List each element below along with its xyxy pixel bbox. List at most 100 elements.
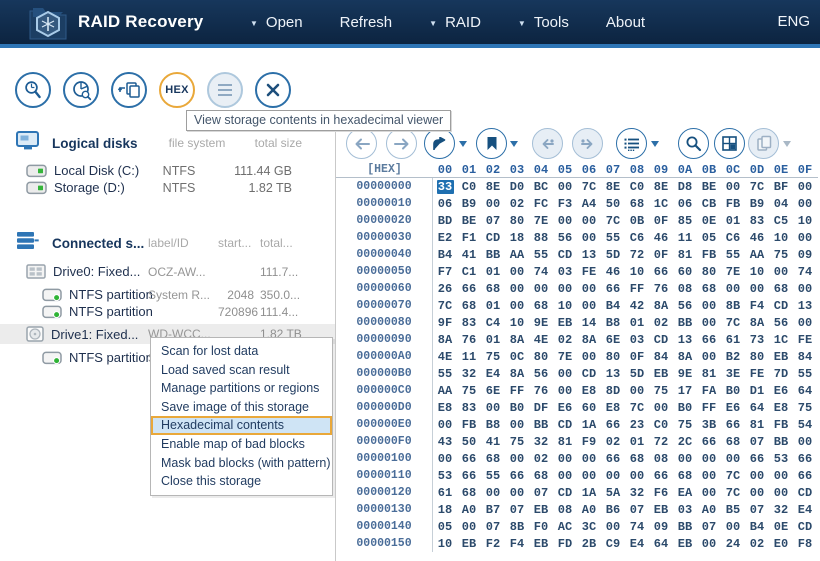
hex-byte-cell[interactable]: 80 <box>745 350 769 364</box>
hex-byte-cell[interactable]: 55 <box>481 469 505 483</box>
hex-byte-cell[interactable]: 46 <box>745 231 769 245</box>
hex-byte-cell[interactable]: 2B <box>577 537 601 551</box>
hex-byte-cell[interactable]: 23 <box>625 418 649 432</box>
hex-byte-cell[interactable]: CD <box>649 333 673 347</box>
hex-byte-cell[interactable]: 00 <box>553 469 577 483</box>
hex-byte-cell[interactable]: 50 <box>457 435 481 449</box>
hex-byte-cell[interactable]: 7C <box>433 299 457 313</box>
hex-byte-cell[interactable]: 00 <box>745 282 769 296</box>
hex-byte-cell[interactable]: 66 <box>697 333 721 347</box>
hex-byte-cell[interactable]: 09 <box>649 520 673 534</box>
hex-byte-cell[interactable]: 13 <box>793 299 817 313</box>
hex-byte-cell[interactable]: 55 <box>721 248 745 262</box>
hex-byte-cell[interactable]: 00 <box>697 469 721 483</box>
hex-byte-cell[interactable]: FF <box>625 282 649 296</box>
hex-byte-cell[interactable]: CD <box>481 231 505 245</box>
hex-byte-cell[interactable]: 02 <box>529 452 553 466</box>
hex-byte-cell[interactable]: 75 <box>673 418 697 432</box>
hex-byte-cell[interactable]: 68 <box>697 282 721 296</box>
hex-byte-cell[interactable]: 02 <box>601 435 625 449</box>
hex-byte-cell[interactable]: 08 <box>649 452 673 466</box>
hex-byte-cell[interactable]: 02 <box>745 537 769 551</box>
hex-byte-cell[interactable]: 18 <box>433 503 457 517</box>
hex-byte-cell[interactable]: 10 <box>625 265 649 279</box>
hex-byte-cell[interactable]: FF <box>505 384 529 398</box>
hex-byte-cell[interactable]: 00 <box>625 469 649 483</box>
hex-byte-cell[interactable]: 00 <box>577 469 601 483</box>
hex-byte-cell[interactable]: 61 <box>433 486 457 500</box>
menu-item-enable-map-of-bad-blocks[interactable]: Enable map of bad blocks <box>151 435 332 454</box>
hex-byte-cell[interactable]: C1 <box>457 265 481 279</box>
hex-byte-cell[interactable]: 00 <box>505 265 529 279</box>
hex-byte-cell[interactable]: E6 <box>553 401 577 415</box>
hex-byte-cell[interactable]: D8 <box>673 180 697 194</box>
hex-byte-cell[interactable]: 85 <box>673 214 697 228</box>
hex-byte-cell[interactable]: EB <box>529 503 553 517</box>
hex-byte-cell[interactable]: 56 <box>529 367 553 381</box>
hex-byte-cell[interactable]: 42 <box>625 299 649 313</box>
hex-byte-cell[interactable]: 1A <box>577 418 601 432</box>
menu-item-manage-partitions-or-regions[interactable]: Manage partitions or regions <box>151 379 332 398</box>
goto-dropdown-caret[interactable] <box>459 141 467 147</box>
hex-byte-cell[interactable]: 10 <box>769 231 793 245</box>
hex-byte-cell[interactable]: 56 <box>553 231 577 245</box>
hex-byte-cell[interactable]: 00 <box>577 282 601 296</box>
hex-byte-cell[interactable]: CD <box>577 367 601 381</box>
hex-byte-cell[interactable]: 68 <box>481 282 505 296</box>
hex-byte-cell[interactable]: EB <box>553 316 577 330</box>
hex-byte-cell[interactable]: FE <box>793 333 817 347</box>
hex-byte-cell[interactable]: 01 <box>721 214 745 228</box>
hex-byte-cell[interactable]: B4 <box>601 299 625 313</box>
hex-byte-cell[interactable]: 55 <box>601 231 625 245</box>
sector-list-dropdown-caret[interactable] <box>651 141 659 147</box>
hex-byte-cell[interactable]: F6 <box>649 486 673 500</box>
hex-byte-cell[interactable]: F7 <box>433 265 457 279</box>
hex-byte-cell[interactable]: FD <box>553 537 577 551</box>
hex-byte-cell[interactable]: 00 <box>697 537 721 551</box>
hex-byte-cell[interactable]: 01 <box>625 435 649 449</box>
hex-byte-cell[interactable]: 07 <box>505 503 529 517</box>
hex-byte-cell[interactable]: 06 <box>433 197 457 211</box>
hex-byte-cell[interactable]: 04 <box>769 197 793 211</box>
hex-byte-cell[interactable]: BE <box>457 214 481 228</box>
menu-item-scan-for-lost-data[interactable]: Scan for lost data <box>151 342 332 361</box>
hex-byte-cell[interactable]: 83 <box>745 214 769 228</box>
hex-byte-cell[interactable]: BE <box>697 180 721 194</box>
hex-byte-cell[interactable]: 33 <box>433 180 457 194</box>
hex-byte-cell[interactable]: 00 <box>553 367 577 381</box>
hex-byte-cell[interactable]: 74 <box>529 265 553 279</box>
hex-byte-cell[interactable]: 84 <box>649 350 673 364</box>
hex-byte-cell[interactable]: B9 <box>457 197 481 211</box>
drive-row[interactable]: Drive0: Fixed...OCZ-AW...111.7... <box>0 263 335 280</box>
hex-byte-cell[interactable]: 01 <box>481 265 505 279</box>
hex-byte-cell[interactable]: CB <box>697 197 721 211</box>
hex-byte-cell[interactable]: 10 <box>433 537 457 551</box>
hex-byte-cell[interactable]: 32 <box>625 486 649 500</box>
hex-byte-cell[interactable]: 66 <box>745 452 769 466</box>
hex-byte-cell[interactable]: E8 <box>433 401 457 415</box>
hex-byte-cell[interactable]: 17 <box>673 384 697 398</box>
menu-refresh[interactable]: Refresh <box>340 14 393 31</box>
hex-byte-cell[interactable]: E0 <box>769 537 793 551</box>
hex-byte-cell[interactable]: 6E <box>601 333 625 347</box>
hex-byte-cell[interactable]: 76 <box>649 282 673 296</box>
hex-byte-cell[interactable]: E4 <box>625 537 649 551</box>
menu-item-hexadecimal-contents[interactable]: Hexadecimal contents <box>151 416 332 435</box>
hex-byte-cell[interactable]: B2 <box>721 350 745 364</box>
goto-offset-button[interactable] <box>424 128 455 159</box>
search-button[interactable] <box>678 128 709 159</box>
hex-byte-cell[interactable]: 1A <box>577 486 601 500</box>
hex-byte-cell[interactable]: B8 <box>481 418 505 432</box>
hex-byte-cell[interactable]: 8A <box>673 350 697 364</box>
hex-byte-cell[interactable]: 83 <box>457 316 481 330</box>
hex-byte-cell[interactable]: 00 <box>481 197 505 211</box>
hex-byte-cell[interactable]: 01 <box>481 333 505 347</box>
hex-byte-cell[interactable]: D1 <box>745 384 769 398</box>
hex-byte-cell[interactable]: 60 <box>577 401 601 415</box>
hex-byte-cell[interactable]: BB <box>481 248 505 262</box>
hex-byte-cell[interactable]: FE <box>577 265 601 279</box>
hex-byte-cell[interactable]: 10 <box>505 316 529 330</box>
hex-byte-cell[interactable]: 00 <box>553 384 577 398</box>
hex-byte-cell[interactable]: 7C <box>721 469 745 483</box>
hex-byte-cell[interactable]: 00 <box>769 469 793 483</box>
